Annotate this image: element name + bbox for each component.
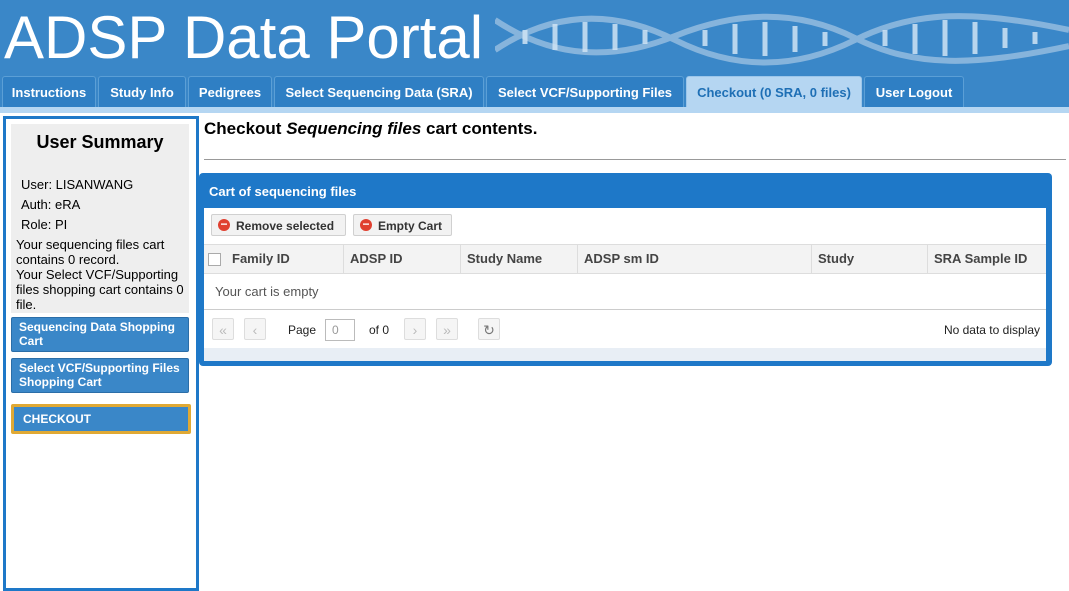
column-header-study-name[interactable]: Study Name (461, 245, 578, 273)
page-number-input[interactable]: 0 (325, 319, 355, 341)
user-summary-sidebar: User Summary User: LISANWANG Auth: eRA R… (3, 116, 199, 591)
cart-panel: Cart of sequencing files − Remove select… (199, 173, 1052, 366)
pagination-toolbar: « ‹ Page 0 of 0 › » ↻ No data to display (204, 310, 1046, 348)
column-header-family-id[interactable]: Family ID (226, 245, 344, 273)
auth-type: Auth: eRA (21, 197, 81, 212)
vcf-cart-note: Your Select VCF/Supporting files shoppin… (16, 267, 184, 312)
first-page-icon[interactable]: « (212, 318, 234, 340)
no-data-message: No data to display (943, 323, 1040, 337)
last-page-icon[interactable]: » (436, 318, 458, 340)
empty-cart-button[interactable]: − Empty Cart (353, 214, 452, 236)
column-header-study[interactable]: Study (812, 245, 928, 273)
site-title: ADSP Data Portal (4, 4, 484, 71)
remove-icon: − (360, 218, 372, 231)
tab-instructions[interactable]: Instructions (2, 76, 96, 107)
page-heading: Checkout Sequencing files cart contents. (204, 119, 537, 139)
sequencing-cart-note: Your sequencing files cart contains 0 re… (16, 237, 165, 267)
cart-toolbar: − Remove selected − Empty Cart (204, 208, 1046, 243)
select-all-checkbox[interactable] (208, 253, 221, 266)
checkout-button[interactable]: CHECKOUT (11, 404, 191, 434)
tab-select-vcf-files[interactable]: Select VCF/Supporting Files (486, 76, 684, 107)
column-header-adsp-id[interactable]: ADSP ID (344, 245, 461, 273)
user-summary-box: User Summary User: LISANWANG Auth: eRA R… (11, 124, 189, 313)
column-header-adsp-sm-id[interactable]: ADSP sm ID (578, 245, 812, 273)
tab-study-info[interactable]: Study Info (98, 76, 186, 107)
user-name: User: LISANWANG (21, 177, 134, 192)
previous-page-icon[interactable]: ‹ (244, 318, 266, 340)
panel-footer (204, 348, 1046, 361)
tab-user-logout[interactable]: User Logout (864, 76, 964, 107)
remove-icon: − (218, 218, 230, 231)
next-page-icon[interactable]: › (404, 318, 426, 340)
cart-panel-title: Cart of sequencing files (209, 184, 357, 199)
empty-cart-message: Your cart is empty (215, 284, 319, 299)
dna-helix-graphic (495, 13, 1069, 66)
site-header: ADSP Data Portal (0, 0, 1069, 76)
tab-select-sequencing-data[interactable]: Select Sequencing Data (SRA) (274, 76, 484, 107)
heading-suffix: cart contents. (421, 119, 538, 138)
remove-selected-label: Remove selected (236, 219, 335, 233)
tab-checkout[interactable]: Checkout (0 SRA, 0 files) (686, 76, 862, 107)
empty-cart-row: Your cart is empty (204, 273, 1046, 310)
vcf-cart-button[interactable]: Select VCF/Supporting Files Shopping Car… (11, 358, 189, 393)
tab-underline (0, 107, 1069, 113)
user-summary-title: User Summary (36, 132, 164, 152)
cart-panel-body: − Remove selected − Empty Cart Family ID… (204, 208, 1046, 361)
table-header: Family ID ADSP ID Study Name ADSP sm ID … (204, 244, 1046, 274)
refresh-icon[interactable]: ↻ (478, 318, 500, 340)
tab-pedigrees[interactable]: Pedigrees (188, 76, 272, 107)
page-count-label: of 0 (369, 323, 390, 337)
divider (204, 159, 1066, 160)
nav-tabbar: Instructions Study Info Pedigrees Select… (0, 76, 1069, 108)
remove-selected-button[interactable]: − Remove selected (211, 214, 346, 236)
heading-emphasis: Sequencing files (286, 119, 422, 138)
user-role: Role: PI (21, 217, 68, 232)
page-label: Page (288, 323, 317, 337)
sequencing-cart-button[interactable]: Sequencing Data Shopping Cart (11, 317, 189, 352)
column-header-sra-sample-id[interactable]: SRA Sample ID (928, 245, 1046, 273)
heading-prefix: Checkout (204, 119, 287, 138)
empty-cart-label: Empty Cart (378, 219, 443, 233)
